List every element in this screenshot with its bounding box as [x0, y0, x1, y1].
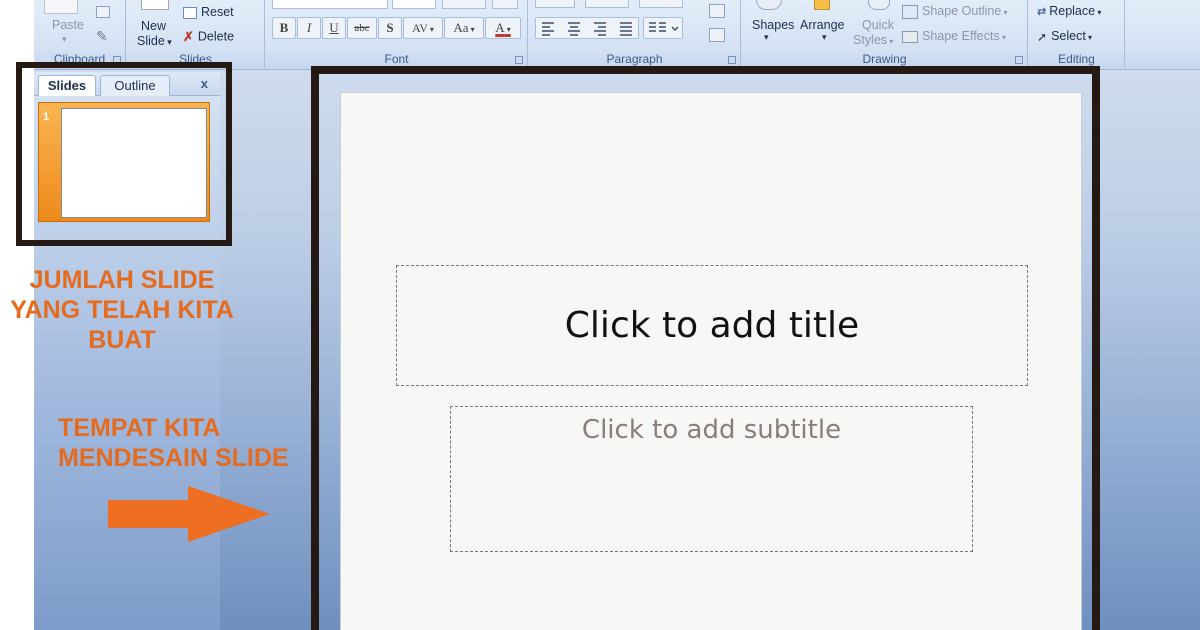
cursor-icon: ➚: [1037, 29, 1048, 44]
replace-button[interactable]: ⇄ Replace ▾: [1037, 4, 1101, 18]
new-slide-dropdown-icon: ▾: [164, 37, 172, 47]
shape-outline-label: Shape Outline: [922, 4, 1002, 18]
shape-outline-dropdown-icon: ▾: [1001, 8, 1008, 17]
shape-effects-button[interactable]: Shape Effects ▾: [902, 29, 1006, 43]
drawing-group: Shapes ▾ Arrange ▾ Quick Styles ▾ Shape …: [742, 0, 1028, 68]
shapes-dropdown-icon[interactable]: ▾: [764, 32, 769, 43]
thumbnail-highlight-frame: [16, 62, 232, 246]
font-group: B I U abc S AV ▾ Aa ▾ A ▾ Font: [266, 0, 528, 68]
shape-outline-icon: [902, 4, 918, 19]
shape-effects-label: Shape Effects: [922, 29, 1000, 43]
slides-group: New Slide ▾ Reset ✗ Delete Slides: [127, 0, 265, 68]
quick-styles-label-2: Styles: [853, 33, 888, 47]
replace-dropdown-icon: ▾: [1095, 8, 1102, 17]
bold-button[interactable]: B: [272, 17, 296, 39]
replace-icon: ⇄: [1037, 6, 1047, 19]
annotation-line: MENDESAIN SLIDE: [58, 444, 289, 472]
paste-icon: [44, 0, 78, 14]
font-color-dropdown-icon: ▾: [504, 25, 511, 34]
font-color-button[interactable]: A ▾: [485, 17, 521, 39]
quick-styles-button[interactable]: Styles ▾: [853, 33, 893, 47]
strikethrough-button[interactable]: abc: [347, 17, 377, 39]
editing-group-label: Editing: [1058, 52, 1095, 66]
font-group-label: Font: [384, 52, 409, 66]
annotation-line: YANG TELAH KITA: [10, 296, 234, 324]
quick-styles-icon: [868, 0, 890, 10]
columns-icon: [649, 22, 679, 32]
spacing-dropdown-icon: ▾: [427, 25, 434, 34]
editing-group: ⇄ Replace ▾ ➚ Select ▾ Editing: [1029, 0, 1125, 68]
font-size-box[interactable]: [392, 0, 436, 9]
change-case-button[interactable]: Aa ▾: [444, 17, 484, 39]
slide-highlight-frame: [311, 66, 1100, 630]
slide-count-annotation: JUMLAH SLIDE YANG TELAH KITA BUAT: [0, 265, 244, 355]
paste-button[interactable]: Paste: [52, 18, 84, 32]
annotation-line: TEMPAT KITA: [58, 414, 221, 442]
indent-buttons[interactable]: [585, 0, 629, 8]
select-label: Select: [1051, 29, 1086, 43]
new-slide-label-2: Slide: [137, 34, 165, 48]
font-name-box[interactable]: [272, 0, 388, 9]
reset-label: Reset: [201, 5, 234, 19]
drawing-group-label: Drawing: [862, 52, 907, 66]
quick-styles-dropdown-icon: ▾: [887, 37, 894, 46]
drawing-launcher-icon[interactable]: [1015, 56, 1023, 64]
right-arrow-icon: [108, 486, 270, 542]
shapes-button[interactable]: Shapes: [752, 18, 794, 32]
character-spacing-label: AV: [412, 21, 428, 35]
paste-dropdown-icon[interactable]: ▾: [62, 34, 67, 45]
arrange-dropdown-icon[interactable]: ▾: [822, 32, 827, 43]
text-direction-icon[interactable]: [709, 4, 725, 18]
shadow-button[interactable]: S: [378, 17, 402, 39]
font-color-label: A: [495, 20, 505, 35]
shape-outline-button[interactable]: Shape Outline ▾: [902, 4, 1007, 19]
underline-button[interactable]: U: [322, 17, 346, 39]
paragraph-group-label: Paragraph: [606, 52, 663, 66]
character-spacing-button[interactable]: AV ▾: [403, 17, 443, 39]
annotation-line: JUMLAH SLIDE: [29, 266, 215, 294]
grow-shrink-font-buttons[interactable]: [442, 0, 486, 9]
copy-icon[interactable]: [96, 6, 110, 18]
new-slide-icon: [141, 0, 169, 10]
paragraph-group: Paragraph: [529, 0, 741, 68]
replace-label: Replace: [1049, 4, 1096, 18]
shape-effects-icon: [902, 30, 918, 43]
select-dropdown-icon: ▾: [1085, 33, 1093, 42]
case-dropdown-icon: ▾: [468, 25, 475, 34]
columns-button[interactable]: [643, 17, 683, 39]
arrange-button[interactable]: Arrange: [800, 18, 844, 32]
clear-formatting-button[interactable]: [492, 0, 518, 9]
alignment-buttons[interactable]: [535, 17, 639, 39]
new-slide-button[interactable]: Slide ▾: [137, 34, 172, 48]
font-launcher-icon[interactable]: [515, 56, 523, 64]
reset-button[interactable]: Reset: [183, 5, 234, 19]
quick-styles-label[interactable]: Quick: [862, 18, 894, 32]
bullets-button[interactable]: [535, 0, 575, 8]
change-case-label: Aa: [453, 20, 469, 35]
reset-icon: [183, 6, 197, 19]
line-spacing-button[interactable]: [639, 0, 683, 8]
align-icons: [542, 22, 632, 36]
shape-effects-dropdown-icon: ▾: [999, 33, 1006, 42]
delete-button[interactable]: ✗ Delete: [183, 29, 234, 45]
design-area-annotation: TEMPAT KITA MENDESAIN SLIDE: [58, 413, 318, 473]
format-painter-icon[interactable]: ✎: [96, 28, 108, 45]
delete-icon: ✗: [183, 29, 194, 44]
new-slide-label[interactable]: New: [141, 19, 166, 33]
ribbon: Paste ▾ ✎ Clipboard New Slide ▾ Reset ✗ D…: [34, 0, 1200, 70]
select-button[interactable]: ➚ Select ▾: [1037, 29, 1092, 44]
annotation-line: BUAT: [88, 326, 156, 354]
italic-button[interactable]: I: [297, 17, 321, 39]
shapes-icon: [756, 0, 782, 10]
align-text-icon[interactable]: [709, 28, 725, 42]
paragraph-launcher-icon[interactable]: [728, 56, 736, 64]
delete-label: Delete: [197, 29, 235, 44]
arrange-icon: [814, 0, 830, 10]
clipboard-group: Paste ▾ ✎ Clipboard: [34, 0, 126, 68]
